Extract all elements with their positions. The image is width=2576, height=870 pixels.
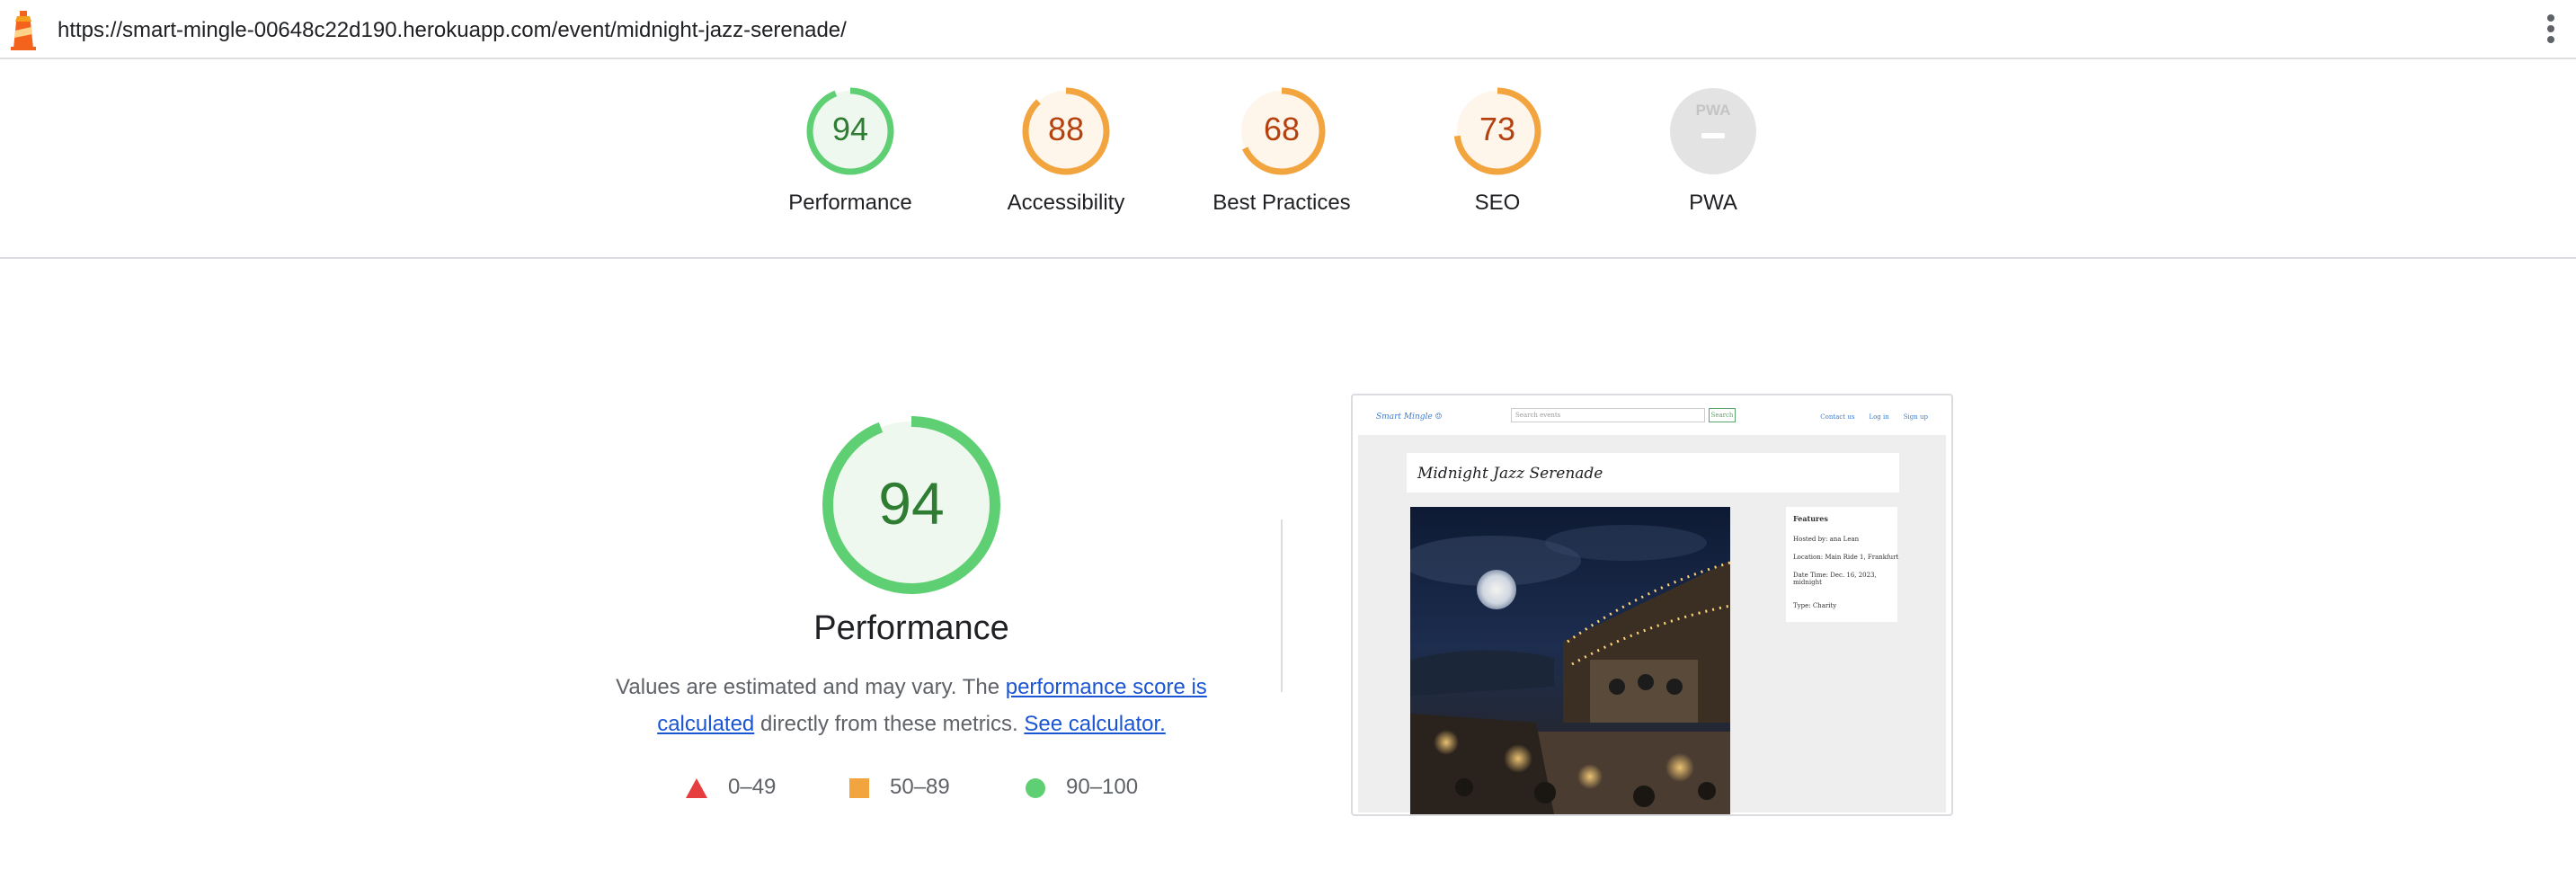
screenshot-feature-item: Location: Main Ride 1, Frankfurt	[1793, 554, 1899, 561]
screenshot-title-card: Midnight Jazz Serenade	[1407, 453, 1899, 493]
legend-average: 50–89	[848, 775, 950, 800]
circle-icon	[1026, 777, 1045, 798]
lighthouse-logo-icon	[11, 11, 36, 50]
gauge-performance[interactable]: 94 Performance	[760, 86, 940, 216]
gauge-best-practices[interactable]: 68 Best Practices	[1192, 86, 1372, 216]
screenshot-navbar: Smart Mingle ☺ Search events Search Cont…	[1353, 395, 1951, 435]
report-topbar: https://smart-mingle-00648c22d190.heroku…	[0, 0, 2576, 59]
screenshot-search-button: Search	[1709, 408, 1736, 422]
performance-score-gauge: 94	[822, 416, 1000, 594]
screenshot-search-input: Search events	[1511, 408, 1705, 422]
screenshot-event-title: Midnight Jazz Serenade	[1417, 465, 1603, 483]
screenshot-feature-item: Hosted by: ana Lean	[1793, 536, 1860, 543]
score-description: Values are estimated and may vary. The p…	[597, 669, 1226, 742]
score-ring-icon: 94	[806, 87, 894, 175]
gauge-score: 94	[832, 111, 868, 147]
score-ring-icon: 88	[1022, 87, 1110, 175]
more-options-icon[interactable]	[2545, 14, 2556, 45]
legend-range: 50–89	[890, 775, 950, 799]
square-icon	[849, 777, 869, 798]
screenshot-feature-item: Type: Charity	[1793, 602, 1837, 609]
legend-fail: 0–49	[685, 775, 776, 800]
svg-text:PWA: PWA	[1696, 102, 1731, 119]
pwa-badge-icon: PWA	[1670, 88, 1756, 174]
event-image	[1410, 507, 1730, 814]
screenshot-nav-link: Sign up	[1903, 413, 1928, 421]
legend-range: 90–100	[1066, 775, 1139, 799]
screenshot-body: Midnight Jazz Serenade Features Hosted b…	[1358, 435, 1946, 814]
gauge-seo[interactable]: 73 SEO	[1408, 86, 1587, 216]
final-screenshot[interactable]: Smart Mingle ☺ Search events Search Cont…	[1351, 394, 1953, 816]
vertical-divider	[1281, 519, 1283, 692]
gauge-label: Accessibility	[1007, 191, 1125, 215]
gauge-score: 88	[1048, 111, 1084, 147]
screenshot-features-title: Features	[1793, 514, 1828, 523]
screenshot-nav-link: Log in	[1869, 413, 1889, 421]
gauge-score: 73	[1479, 111, 1515, 147]
screenshot-brand: Smart Mingle ☺	[1376, 413, 1443, 422]
screenshot-nav-links: Contact us Log in Sign up	[1806, 413, 1928, 421]
score-ring-icon: 68	[1238, 87, 1326, 175]
detail-score: 94	[878, 470, 944, 537]
score-summary: 94 Performance 88 Accessibility 68 Best …	[0, 59, 2576, 259]
detail-title: Performance	[813, 609, 1009, 647]
triangle-icon	[686, 777, 707, 798]
gauge-label: Performance	[788, 191, 912, 215]
screenshot-feature-item: Date Time: Dec. 16, 2023, midnight	[1793, 572, 1877, 586]
description-text: Values are estimated and may vary. The	[616, 675, 1006, 699]
see-calculator-link[interactable]: See calculator.	[1024, 712, 1165, 736]
description-text: directly from these metrics.	[754, 712, 1025, 736]
legend-range: 0–49	[728, 775, 777, 799]
screenshot-features-card: Features Hosted by: ana Lean Location: M…	[1786, 507, 1899, 622]
gauge-accessibility[interactable]: 88 Accessibility	[976, 86, 1156, 216]
score-ring-icon: 73	[1453, 87, 1541, 175]
screenshot-nav-link: Contact us	[1820, 413, 1855, 421]
gauge-label: PWA	[1689, 191, 1737, 215]
legend-pass: 90–100	[1025, 775, 1138, 800]
gauge-label: SEO	[1474, 191, 1521, 215]
gauge-label: Best Practices	[1212, 191, 1351, 215]
gauge-pwa[interactable]: PWA PWA	[1623, 86, 1803, 216]
gauge-score: 68	[1264, 111, 1300, 147]
report-url: https://smart-mingle-00648c22d190.heroku…	[58, 18, 847, 42]
